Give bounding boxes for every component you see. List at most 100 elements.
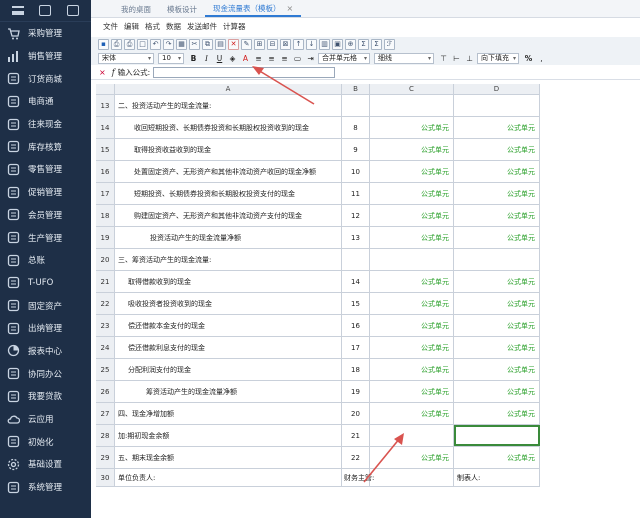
tab-1[interactable]: 模板设计: [159, 1, 205, 17]
cell-b[interactable]: [342, 249, 370, 270]
cell-a[interactable]: 短期投资、长期债券投资和长期股权投资支付的现金: [115, 183, 342, 204]
row-header[interactable]: 27: [96, 403, 115, 424]
cell-c[interactable]: 公式单元: [370, 183, 454, 204]
valign-top-icon[interactable]: ⊤: [438, 53, 449, 64]
cell-d[interactable]: 公式单元: [454, 139, 540, 160]
tab-2[interactable]: 现金流量表（模板） ×: [205, 1, 302, 17]
cell-b[interactable]: 16: [342, 315, 370, 336]
zoom-icon[interactable]: ⊕: [345, 38, 356, 50]
cell-c[interactable]: 公式单元: [370, 381, 454, 402]
row-header[interactable]: 30: [96, 469, 115, 486]
align-center-icon[interactable]: ≡: [266, 53, 277, 64]
sum-icon[interactable]: Σ: [358, 38, 369, 50]
bold-button[interactable]: B: [188, 53, 199, 64]
cell-d[interactable]: 公式单元: [454, 337, 540, 358]
cell-a[interactable]: 取得投资收益收到的现金: [115, 139, 342, 160]
edit-icon[interactable]: [67, 5, 80, 16]
row-header[interactable]: 16: [96, 161, 115, 182]
font-color-icon[interactable]: A: [240, 53, 251, 64]
insert-col-icon[interactable]: ⊟: [267, 38, 278, 50]
cell-c[interactable]: 公式单元: [370, 161, 454, 182]
cell-b[interactable]: 15: [342, 293, 370, 314]
paste-icon[interactable]: ▤: [215, 38, 226, 50]
sidebar-item-12[interactable]: 固定资产: [0, 294, 91, 317]
cell-a[interactable]: 加:期初现金余额: [115, 425, 342, 446]
cell-d[interactable]: 公式单元: [454, 293, 540, 314]
row-header[interactable]: 20: [96, 249, 115, 270]
cell-c[interactable]: 公式单元: [370, 337, 454, 358]
sidebar-item-10[interactable]: 总账: [0, 249, 91, 272]
close-tab-icon[interactable]: ×: [287, 4, 294, 13]
cell-a[interactable]: 投资活动产生的现金流量净额: [115, 227, 342, 248]
cell-c[interactable]: [370, 469, 454, 486]
cell-c[interactable]: 公式单元: [370, 271, 454, 292]
sidebar-item-4[interactable]: 往来现金: [0, 113, 91, 136]
grid-icon[interactable]: ▦: [176, 38, 187, 50]
print-preview-icon[interactable]: ⎙: [111, 38, 122, 50]
cell-d[interactable]: 制表人:: [454, 469, 540, 486]
cell-c[interactable]: 公式单元: [370, 403, 454, 424]
sidebar-item-14[interactable]: 报表中心: [0, 340, 91, 363]
print-icon[interactable]: ⎙: [124, 38, 135, 50]
border-icon[interactable]: ▭: [292, 53, 303, 64]
cell-b[interactable]: 财务主管:: [342, 469, 374, 486]
cell-a[interactable]: 筹资活动产生的现金流量净额: [115, 381, 342, 402]
sidebar-item-6[interactable]: 零售管理: [0, 158, 91, 181]
row-header[interactable]: 29: [96, 447, 115, 468]
column-header-d[interactable]: D: [454, 84, 540, 94]
redo-icon[interactable]: ↷: [163, 38, 174, 50]
cut-icon[interactable]: ✂: [189, 38, 200, 50]
function-icon[interactable]: Σ: [371, 38, 382, 50]
cell-d[interactable]: 公式单元: [454, 315, 540, 336]
sidebar-item-13[interactable]: 出纳管理: [0, 317, 91, 340]
menu-icon[interactable]: [11, 6, 24, 15]
row-header[interactable]: 22: [96, 293, 115, 314]
corner-cell[interactable]: [96, 84, 115, 94]
sidebar-item-11[interactable]: T-UFO: [0, 272, 91, 295]
cell-c[interactable]: 公式单元: [370, 447, 454, 468]
image-icon[interactable]: ▣: [332, 38, 343, 50]
cell-b[interactable]: 10: [342, 161, 370, 182]
sidebar-item-18[interactable]: 初始化: [0, 430, 91, 453]
row-header[interactable]: 26: [96, 381, 115, 402]
cell-c[interactable]: [370, 425, 454, 446]
row-header[interactable]: 13: [96, 95, 115, 116]
cell-a[interactable]: 取得借款收到的现金: [115, 271, 342, 292]
sidebar-item-15[interactable]: 协同办公: [0, 362, 91, 385]
sidebar-item-16[interactable]: 我要贷款: [0, 385, 91, 408]
menu-item-1[interactable]: 编辑: [124, 21, 139, 32]
row-header[interactable]: 24: [96, 337, 115, 358]
sidebar-item-8[interactable]: 会员管理: [0, 204, 91, 227]
chart-icon[interactable]: ▥: [319, 38, 330, 50]
cell-a[interactable]: 分配利润支付的现金: [115, 359, 342, 380]
cell-d[interactable]: 公式单元: [454, 183, 540, 204]
underline-button[interactable]: U: [214, 53, 225, 64]
cell-c[interactable]: [370, 249, 454, 270]
delete-row-icon[interactable]: ⊠: [280, 38, 291, 50]
fx-icon[interactable]: f: [112, 68, 115, 77]
cell-d[interactable]: 公式单元: [454, 447, 540, 468]
cell-c[interactable]: 公式单元: [370, 293, 454, 314]
cell-b[interactable]: 17: [342, 337, 370, 358]
menu-item-0[interactable]: 文件: [103, 21, 118, 32]
cell-a[interactable]: 购建固定资产、无形资产和其他非流动资产支付的现金: [115, 205, 342, 226]
row-header[interactable]: 28: [96, 425, 115, 446]
cell-b[interactable]: 20: [342, 403, 370, 424]
valign-middle-icon[interactable]: ⊢: [451, 53, 462, 64]
tab-0[interactable]: 我的桌面: [113, 1, 159, 17]
row-header[interactable]: 14: [96, 117, 115, 138]
column-header-a[interactable]: A: [115, 84, 342, 94]
cell-d[interactable]: 公式单元: [454, 381, 540, 402]
cell-a[interactable]: 二、投资活动产生的现金流量:: [115, 95, 342, 116]
cell-d[interactable]: [454, 425, 540, 446]
italic-button[interactable]: I: [201, 53, 212, 64]
row-header[interactable]: 17: [96, 183, 115, 204]
row-header[interactable]: 19: [96, 227, 115, 248]
indent-icon[interactable]: ⇥: [305, 53, 316, 64]
delete-icon[interactable]: ✕: [228, 38, 239, 50]
merge-select[interactable]: 合并单元格: [318, 52, 370, 64]
cell-b[interactable]: 11: [342, 183, 370, 204]
cell-b[interactable]: 13: [342, 227, 370, 248]
cell-d[interactable]: 公式单元: [454, 359, 540, 380]
column-header-b[interactable]: B: [342, 84, 370, 94]
